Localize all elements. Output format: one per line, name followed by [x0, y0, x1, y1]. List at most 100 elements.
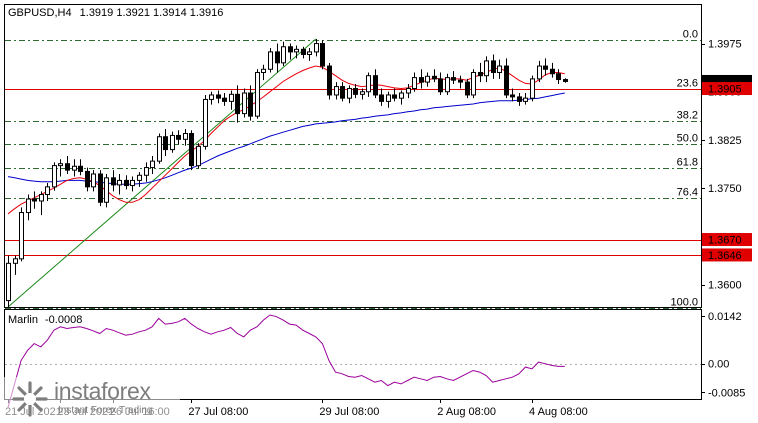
indicator-value: -0.0008 [45, 314, 82, 326]
candle-body [189, 133, 194, 167]
candle-body [314, 43, 319, 53]
candle-body [65, 163, 70, 171]
candle-body [288, 46, 293, 53]
level-price-label: 1.3646 [708, 250, 742, 262]
candle-body [465, 81, 470, 96]
candle-body [392, 94, 397, 99]
candle-body [216, 94, 221, 99]
candle-body [556, 73, 561, 81]
candle-body [242, 92, 247, 115]
candle-body [104, 177, 109, 203]
candle-body [301, 48, 306, 55]
price-tick-label: 1.3975 [708, 39, 742, 51]
candle-body [255, 71, 260, 117]
candle-body [550, 68, 555, 75]
candle-body [484, 60, 489, 77]
candle-body [478, 71, 483, 77]
candle-body [209, 94, 214, 100]
level-price-label: 1.3905 [708, 84, 742, 96]
candle-body [471, 71, 476, 96]
candle-body [13, 258, 18, 264]
candle-body [281, 46, 286, 64]
candle-body [26, 198, 31, 214]
watermark-tagline: Instant Forex Trading [58, 405, 153, 416]
indicator-tick-label: -0.0085 [708, 387, 745, 399]
candle-body [229, 93, 234, 102]
candle-body [504, 65, 509, 96]
candle-body [45, 186, 50, 196]
candle-body [39, 194, 44, 202]
candle-body [222, 97, 227, 102]
candle-body [438, 78, 443, 93]
main-panel-frame [4, 4, 702, 308]
candle-body [58, 163, 63, 167]
fib-label: 0.0 [683, 29, 698, 41]
fib-label: 61.8 [677, 157, 698, 169]
candle-body [307, 51, 312, 55]
time-tick-label: 4 Aug 08:00 [529, 406, 588, 418]
candle-body [386, 94, 391, 102]
candle-body [563, 79, 568, 82]
candle-body [111, 177, 116, 186]
candle-body [399, 92, 404, 99]
candle-body [373, 75, 378, 96]
price-chart[interactable]: 0.0 23.6 38.2 50.0 61.8 76.4 100.0 1.3975 1.390… [0, 0, 758, 423]
candle-body [19, 212, 24, 260]
candle-body [196, 145, 201, 167]
candle-body [419, 77, 424, 83]
fib-label: 23.6 [677, 78, 698, 90]
candle-body [334, 86, 339, 96]
candle-body [432, 75, 437, 80]
candle-body [379, 94, 384, 102]
candle-body [412, 77, 417, 90]
candle-body [235, 93, 240, 115]
candle-body [458, 79, 463, 83]
price-tick-label: 1.3825 [708, 135, 742, 147]
candle-body [510, 94, 515, 98]
candle-body [72, 165, 77, 171]
candle-body [347, 88, 352, 99]
candle-body [157, 136, 162, 162]
candle-body [497, 65, 502, 73]
candle-body [261, 68, 266, 73]
candle-body [170, 134, 175, 151]
price-axis: 1.39751.39001.38251.37501.36751.36001.39… [701, 39, 752, 292]
candle-body [275, 51, 280, 64]
candle-body [150, 160, 155, 169]
candle-body [52, 165, 57, 188]
candle-body [340, 86, 345, 99]
candle-body [6, 262, 11, 302]
candle-body [78, 165, 83, 172]
fib-label: 76.4 [677, 187, 698, 199]
candle-body [98, 173, 103, 203]
time-tick-label: 2 Aug 08:00 [437, 406, 496, 418]
candle-body [360, 91, 365, 95]
symbol-label: GBPUSD,H4 [8, 7, 72, 19]
time-tick-label: 29 Jul 08:00 [319, 406, 379, 418]
candle-body [353, 88, 358, 95]
candle-body [294, 48, 299, 53]
ohlc-label: 1.3919 1.3921 1.3914 1.3916 [80, 7, 224, 19]
watermark: instaforex Instant Forex Trading [4, 377, 180, 421]
candle-body [183, 133, 188, 140]
indicator-axis: 0.0142 0.00 -0.0085 [701, 311, 745, 399]
candle-body [425, 75, 430, 83]
indicator-header: Marlin -0.0008 [8, 314, 82, 326]
candle-body [124, 179, 129, 187]
candle-body [530, 78, 535, 99]
candle-body [176, 134, 181, 140]
watermark-brand: instaforex [54, 378, 151, 404]
candle-body [248, 92, 253, 117]
candle-body [163, 136, 168, 151]
candle-body [327, 65, 332, 96]
candle-body [543, 65, 548, 70]
candle-body [537, 65, 542, 80]
price-tick-label: 1.3600 [708, 280, 742, 292]
time-tick-label: 27 Jul 08:00 [188, 406, 248, 418]
candle-body [85, 170, 90, 188]
candle-body [130, 179, 135, 187]
fib-label: 38.2 [677, 110, 698, 122]
candle-body [144, 167, 149, 176]
candle-body [268, 51, 273, 70]
candle-body [203, 98, 208, 147]
